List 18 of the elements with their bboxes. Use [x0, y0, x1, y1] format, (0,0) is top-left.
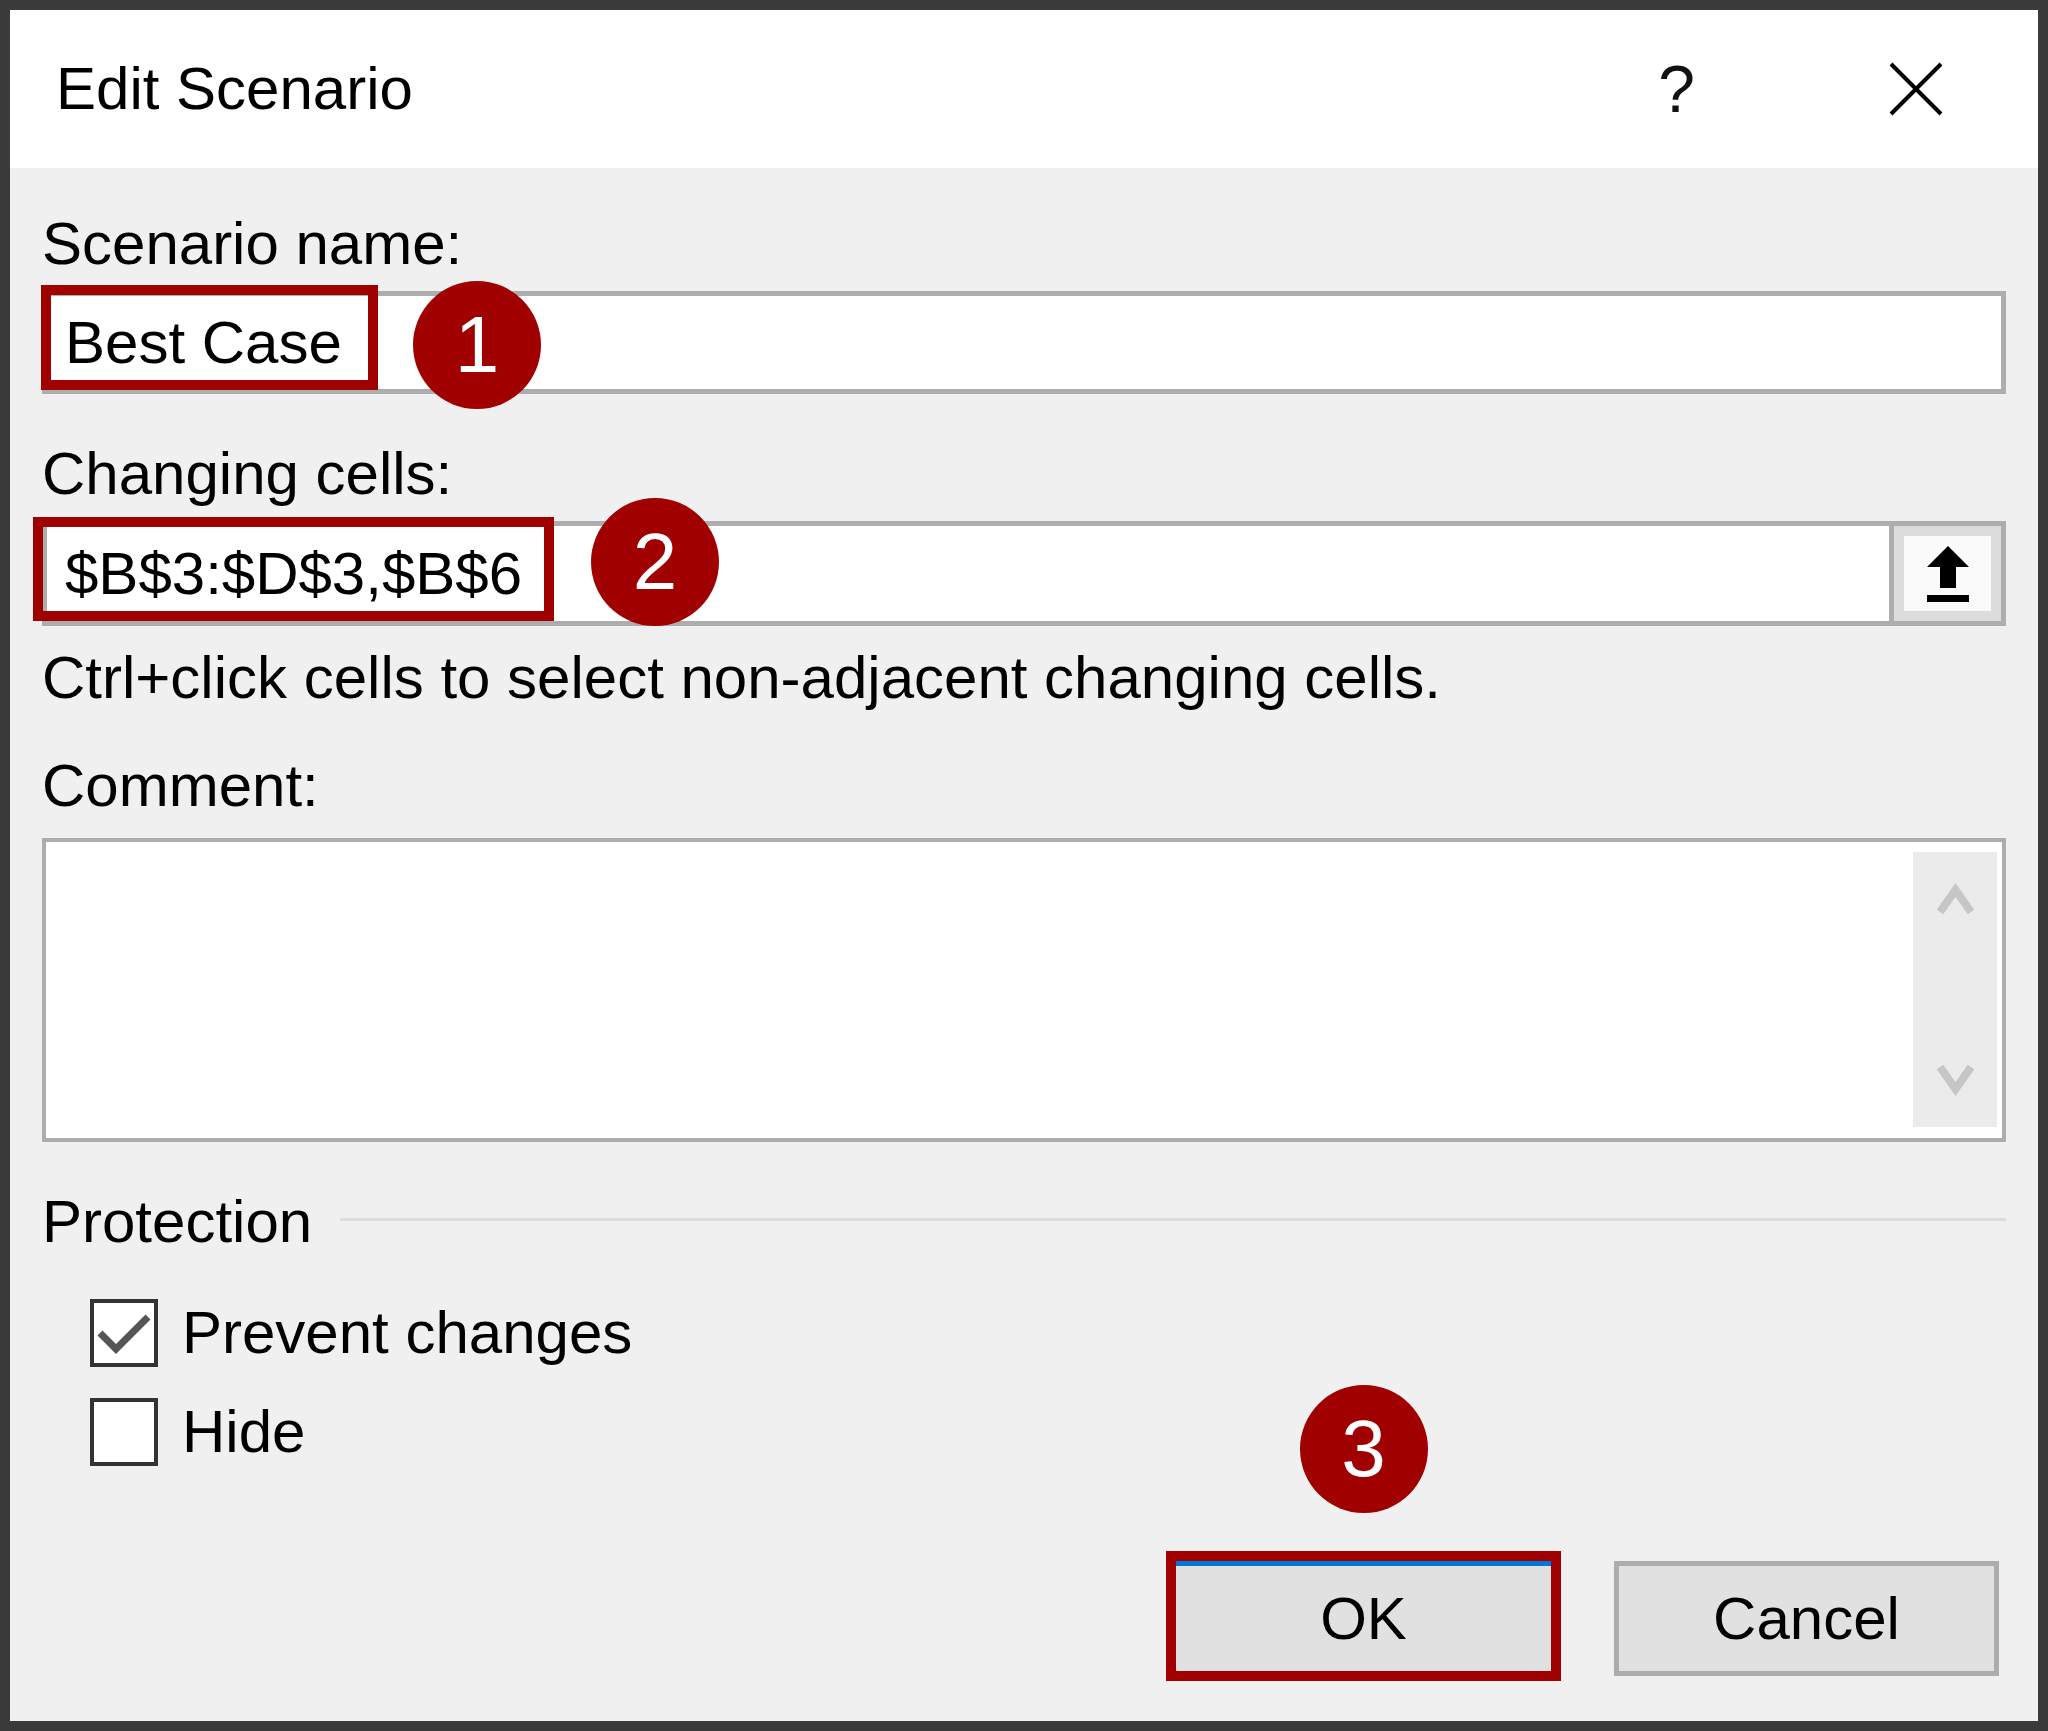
- range-select-button[interactable]: [1889, 526, 2001, 621]
- checkbox-label[interactable]: Prevent changes: [182, 1297, 633, 1369]
- group-title: Protection: [42, 1187, 313, 1257]
- checkbox[interactable]: [90, 1398, 158, 1466]
- hint-text: Ctrl+click cells to select non-adjacent changing cells.: [42, 643, 1441, 713]
- callout-marker: 3: [1299, 1385, 1428, 1513]
- window-title: Edit Scenario: [56, 54, 413, 124]
- dialog-button[interactable]: Cancel: [1614, 1561, 1999, 1676]
- field-label: Changing cells:: [42, 439, 453, 509]
- checkbox-label[interactable]: Hide: [182, 1396, 306, 1468]
- arrow-up-bar-icon: [1926, 545, 1969, 602]
- comment-field[interactable]: [42, 838, 2006, 1142]
- close-icon[interactable]: [1889, 62, 1943, 116]
- callout-marker: 1: [413, 281, 541, 409]
- field-label: Scenario name:: [42, 209, 463, 279]
- checkbox[interactable]: [90, 1299, 158, 1367]
- field-label: Comment:: [42, 751, 319, 821]
- help-button[interactable]: ?: [1658, 56, 1695, 122]
